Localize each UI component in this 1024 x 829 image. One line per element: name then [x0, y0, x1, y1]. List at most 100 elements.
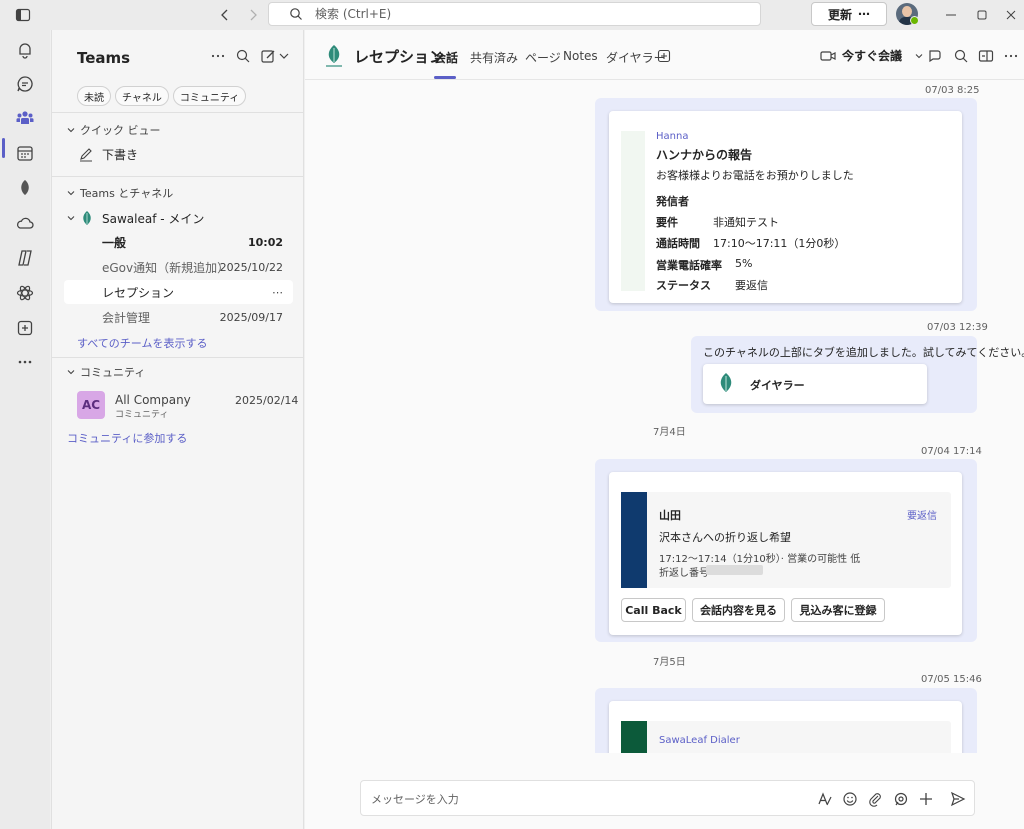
message-timestamp: 07/03 12:39: [927, 322, 988, 333]
view-conversation-button[interactable]: 会話内容を見る: [692, 598, 785, 622]
quick-view-header[interactable]: クイック ビュー: [66, 122, 161, 138]
update-button[interactable]: 更新 ⋯: [811, 2, 887, 26]
app-rail: [0, 30, 50, 829]
chevron-down-icon[interactable]: [278, 50, 290, 62]
callback-detail: 17:12〜17:14（1分10秒）· 営業の可能性 低: [659, 554, 861, 565]
channel-header: レセプション 会話 共有済み ページ Notes ダイヤラー 今すぐ会議: [305, 30, 1024, 80]
filter-communities[interactable]: コミュニティ: [172, 86, 247, 106]
tab-pages[interactable]: ページ: [525, 49, 561, 66]
plus-icon[interactable]: [918, 791, 934, 807]
call-back-button[interactable]: Call Back: [621, 598, 686, 622]
drafts-pencil-icon: [78, 146, 94, 162]
filter-chips: 未読 チャネル コミュニティ: [77, 86, 247, 106]
channel-time: 2025/09/17: [219, 310, 283, 324]
tab-notes[interactable]: Notes: [563, 49, 598, 63]
title-bar: 更新 ⋯: [0, 0, 1024, 30]
update-label: 更新: [827, 7, 852, 22]
channel-name: 一般: [102, 235, 127, 250]
copilot-icon[interactable]: [15, 248, 35, 268]
calendar-icon[interactable]: [15, 143, 35, 163]
message-input[interactable]: [371, 791, 791, 807]
message-timestamp: 07/03 8:25: [925, 85, 980, 96]
status-badge: 要返信: [907, 511, 937, 522]
channel-egov[interactable]: eGov通知（新規追加） 2025/10/22: [64, 255, 293, 279]
divider: [52, 176, 303, 177]
filter-channels[interactable]: チャネル: [115, 86, 169, 106]
more-options-icon[interactable]: [210, 48, 226, 64]
channel-reception[interactable]: レセプション ⋯: [64, 280, 293, 304]
show-all-teams-link[interactable]: すべてのチームを表示する: [77, 335, 207, 351]
dialer-card: SawaLeaf Dialer: [609, 701, 962, 753]
search-icon[interactable]: [953, 48, 969, 64]
add-app-icon[interactable]: [15, 318, 35, 338]
message-text: このチャネルの上部にタブを追加しました。試してみてください。: [703, 346, 1024, 359]
send-icon[interactable]: [950, 791, 966, 807]
maximize-icon[interactable]: [973, 6, 991, 24]
apps-atom-icon[interactable]: [15, 283, 35, 303]
channel-general[interactable]: 一般 10:02: [64, 230, 293, 254]
side-panel-icon[interactable]: [978, 48, 994, 64]
callback-number-label: 折返し番号: [659, 568, 709, 579]
message-bubble: 山田 要返信 沢本さんへの折り返し希望 17:12〜17:14（1分10秒）· …: [595, 459, 977, 642]
back-arrow-icon[interactable]: [216, 6, 234, 24]
minimize-icon[interactable]: [942, 6, 960, 24]
search-input[interactable]: [315, 6, 735, 22]
more-apps-icon[interactable]: [15, 352, 35, 372]
activity-bell-icon[interactable]: [15, 40, 35, 60]
team-sawaleaf[interactable]: Sawaleaf - メイン: [64, 206, 293, 230]
leaf-app-icon[interactable]: [15, 178, 35, 198]
channel-name: 会計管理: [102, 310, 151, 325]
format-text-icon[interactable]: [817, 791, 833, 807]
register-prospect-button[interactable]: 見込み客に登録: [791, 598, 885, 622]
community-time: 2025/02/14: [235, 394, 299, 407]
chevron-down-icon: [914, 51, 924, 61]
tab-link-card[interactable]: ダイヤラー: [703, 364, 927, 404]
message-list[interactable]: 07/03 8:25 Hanna ハンナからの報告 お客様様よりお電話をお預かり…: [305, 81, 1024, 753]
more-options-icon[interactable]: [1004, 48, 1018, 64]
compose-icon[interactable]: [260, 48, 276, 64]
callback-subject: 沢本さんへの折り返し希望: [659, 531, 791, 544]
onedrive-icon[interactable]: [15, 213, 35, 233]
divider: [52, 357, 303, 358]
chat-icon[interactable]: [15, 74, 35, 94]
teams-channels-header[interactable]: Teams とチャネル: [66, 185, 173, 201]
search-icon[interactable]: [235, 48, 251, 64]
card-sender: SawaLeaf Dialer: [659, 735, 740, 746]
field-value: 要返信: [735, 279, 768, 292]
forward-arrow-icon[interactable]: [244, 6, 262, 24]
message-bubble: Hanna ハンナからの報告 お客様様よりお電話をお預かりしました 発信者 要件…: [595, 98, 977, 311]
channel-main: レセプション 会話 共有済み ページ Notes ダイヤラー 今すぐ会議 07/…: [305, 30, 1024, 829]
meet-now-label: 今すぐ会議: [842, 49, 903, 63]
pane-title: Teams: [77, 49, 131, 67]
report-card: Hanna ハンナからの報告 お客様様よりお電話をお預かりしました 発信者 要件…: [609, 111, 962, 303]
community-header[interactable]: コミュニティ: [66, 364, 145, 380]
drafts-item[interactable]: 下書き: [64, 142, 293, 166]
filter-unread[interactable]: 未読: [77, 86, 111, 106]
teams-list-pane: Teams 未読 チャネル コミュニティ クイック ビュー 下書き Teams …: [51, 30, 304, 829]
join-community-link[interactable]: コミュニティに参加する: [67, 430, 187, 446]
meet-now-button[interactable]: 今すぐ会議: [820, 47, 924, 64]
drafts-label: 下書き: [102, 147, 139, 162]
tab-shared[interactable]: 共有済み: [470, 49, 518, 66]
search-box[interactable]: [268, 2, 761, 26]
rail-active-indicator: [2, 138, 5, 158]
card-accent-bar: [621, 721, 647, 753]
channel-accounting[interactable]: 会計管理 2025/09/17: [64, 305, 293, 329]
channel-time: 10:02: [247, 235, 283, 249]
loop-icon[interactable]: [893, 791, 909, 807]
community-name[interactable]: All Company: [115, 393, 191, 407]
field-label: 要件: [656, 216, 678, 229]
teams-icon[interactable]: [15, 108, 35, 128]
attach-paperclip-icon[interactable]: [867, 791, 883, 807]
sidebar-toggle-icon[interactable]: [14, 6, 32, 24]
chat-bubbles-icon[interactable]: [927, 48, 943, 64]
channel-more-icon[interactable]: ⋯: [272, 286, 283, 299]
add-tab-icon[interactable]: [657, 49, 671, 63]
update-more-icon: ⋯: [858, 7, 870, 21]
card-sender: Hanna: [656, 131, 689, 142]
redacted-number: [706, 565, 763, 575]
tab-conversation[interactable]: 会話: [434, 49, 458, 66]
close-icon[interactable]: [1002, 6, 1020, 24]
day-divider: 7月5日: [653, 657, 686, 668]
emoji-icon[interactable]: [842, 791, 858, 807]
